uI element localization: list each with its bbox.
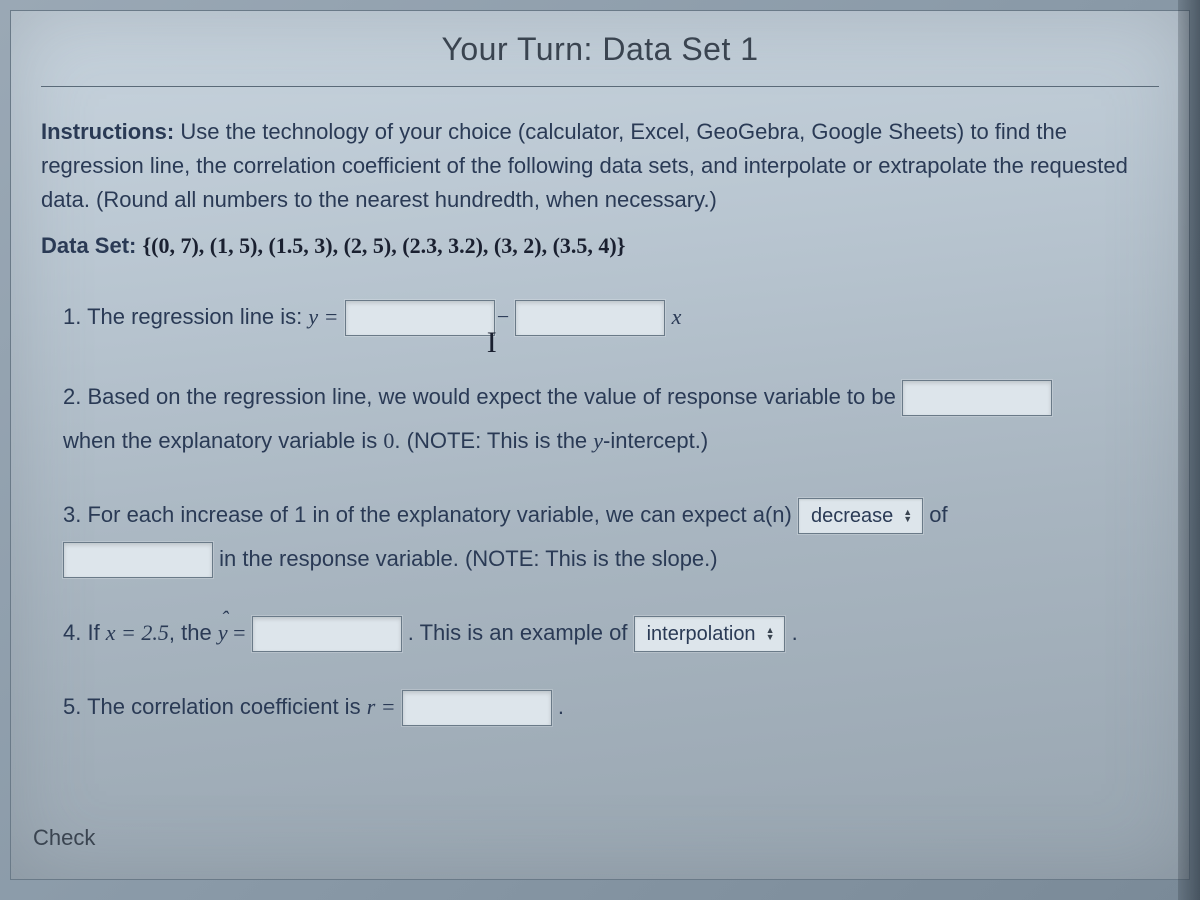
page-title: Your Turn: Data Set 1 <box>41 31 1159 68</box>
title-divider <box>41 86 1159 87</box>
question-4: 4. If x = 2.5, the y = . This is an exam… <box>41 611 1159 655</box>
screen-right-edge <box>1178 0 1200 900</box>
q4-x-eq: x = 2.5 <box>106 620 169 645</box>
q3-line2: in the response variable. (NOTE: This is… <box>219 546 717 571</box>
q4-yhat-eq: = <box>228 620 246 645</box>
q4-comma-the: , the <box>169 620 218 645</box>
q1-slope-input[interactable] <box>515 300 665 336</box>
q3-of: of <box>929 502 947 527</box>
q4-prefix: 4. If <box>63 620 106 645</box>
instructions-text: Instructions: Use the technology of your… <box>41 115 1159 217</box>
instructions-label: Instructions: <box>41 119 174 144</box>
dataset-label: Data Set: <box>41 233 142 258</box>
dataset-row: Data Set: {(0, 7), (1, 5), (1.5, 3), (2,… <box>41 233 1159 259</box>
question-3: 3. For each increase of 1 in of the expl… <box>41 493 1159 581</box>
q1-y-equals: y = <box>308 304 338 329</box>
q2-line2b: . (NOTE: This is the <box>394 428 593 453</box>
q4-select-value: interpolation <box>647 614 756 654</box>
q5-r-eq: r = <box>367 694 396 719</box>
q2-line2a: when the explanatory variable is <box>63 428 383 453</box>
q2-line1: 2. Based on the regression line, we woul… <box>63 384 902 409</box>
select-arrows-icon: ▲▼ <box>766 627 775 641</box>
q4-yhat-input[interactable] <box>252 616 402 652</box>
q1-prefix: 1. The regression line is: <box>63 304 308 329</box>
question-5: 5. The correlation coefficient is r = . <box>41 685 1159 729</box>
q2-y-var: y <box>593 428 603 453</box>
instructions-body: Use the technology of your choice (calcu… <box>41 119 1128 212</box>
q5-r-input[interactable] <box>402 690 552 726</box>
check-button[interactable]: Check <box>21 817 107 859</box>
select-arrows-icon: ▲▼ <box>903 509 912 523</box>
q4-period: . <box>792 620 798 645</box>
q4-type-select[interactable]: interpolation ▲▼ <box>634 616 786 652</box>
q3-direction-select[interactable]: decrease ▲▼ <box>798 498 923 534</box>
dataset-value: {(0, 7), (1, 5), (1.5, 3), (2, 5), (2.3,… <box>142 233 625 258</box>
q1-intercept-input[interactable] <box>345 300 495 336</box>
q4-yhat: y <box>218 611 228 655</box>
q2-value-input[interactable] <box>902 380 1052 416</box>
q2-line2c: -intercept.) <box>603 428 708 453</box>
q1-x: x <box>672 304 682 329</box>
q3-select-value: decrease <box>811 496 893 536</box>
q3-amount-input[interactable] <box>63 542 213 578</box>
question-1: 1. The regression line is: y = I − x <box>41 285 1159 345</box>
q1-minus: − <box>497 304 509 329</box>
q5-prefix: 5. The correlation coefficient is <box>63 694 367 719</box>
text-cursor-icon: I <box>487 326 497 359</box>
q3-line1: 3. For each increase of 1 in of the expl… <box>63 502 798 527</box>
q5-period: . <box>558 694 564 719</box>
q2-zero: 0 <box>383 428 394 453</box>
question-2: 2. Based on the regression line, we woul… <box>41 375 1159 463</box>
q4-middle: . This is an example of <box>408 620 634 645</box>
